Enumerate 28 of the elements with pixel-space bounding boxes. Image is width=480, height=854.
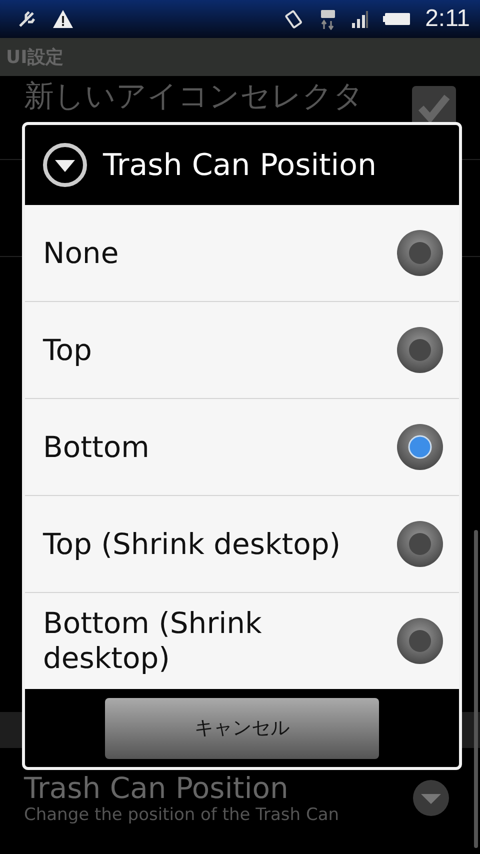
header-title: UI設定 — [6, 46, 64, 69]
scrollbar[interactable] — [474, 530, 478, 848]
option-label: None — [43, 236, 119, 270]
option-item[interactable]: Bottom (Shrink desktop) — [25, 592, 459, 689]
option-label: Bottom (Shrink desktop) — [43, 606, 263, 676]
option-label: Top — [43, 332, 92, 368]
dialog-title: Trash Can Position — [103, 148, 377, 182]
dropdown-icon — [41, 141, 89, 189]
option-item[interactable]: Top (Shrink desktop) — [25, 495, 459, 592]
option-label: Bottom — [43, 430, 150, 464]
cancel-button[interactable]: キャンセル — [105, 698, 379, 758]
battery-icon — [383, 12, 412, 26]
setting-title: 新しいアイコンセレクタ — [24, 80, 365, 113]
radio-button[interactable] — [396, 229, 444, 277]
setting-title: Trash Can Position — [24, 771, 290, 805]
radio-button[interactable] — [396, 520, 444, 568]
option-item[interactable]: None — [25, 205, 459, 301]
clock-time: 2:11 — [425, 5, 470, 33]
radio-button[interactable] — [396, 617, 444, 665]
warning-icon — [52, 9, 74, 29]
setting-summary: Change the position of the Trash Can — [24, 805, 340, 825]
option-item[interactable]: Bottom — [25, 398, 459, 495]
signal-icon — [351, 10, 370, 28]
radio-button[interactable] — [396, 423, 444, 471]
dropdown-icon[interactable] — [412, 779, 450, 817]
option-item[interactable]: Top — [25, 301, 459, 398]
option-label: Top (Shrink desktop) — [43, 526, 341, 562]
radio-button[interactable] — [396, 326, 444, 374]
